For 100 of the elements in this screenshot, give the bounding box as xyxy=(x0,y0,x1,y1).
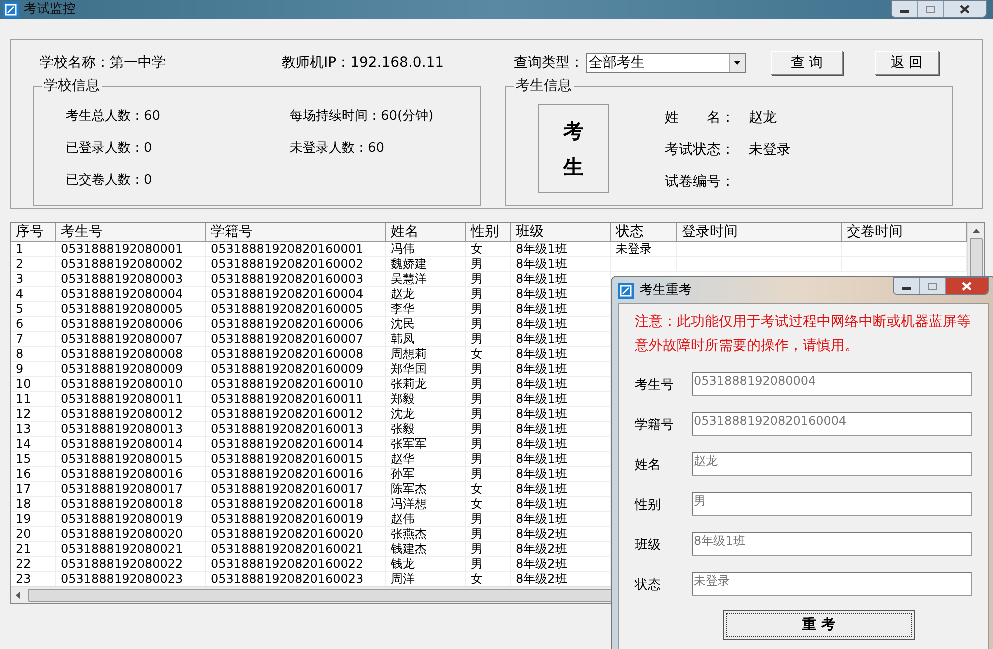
table-cell: 05318881920820160004 xyxy=(206,287,386,302)
table-cell: 0531888192080008 xyxy=(56,347,206,362)
scroll-up-icon xyxy=(972,229,980,233)
table-cell: 13 xyxy=(11,422,56,437)
table-cell: 钱龙 xyxy=(386,557,466,572)
minimize-button[interactable] xyxy=(894,278,920,294)
scroll-thumb[interactable] xyxy=(970,238,982,278)
table-cell: 男 xyxy=(466,422,511,437)
table-cell: 21 xyxy=(11,542,56,557)
table-cell: 0531888192080022 xyxy=(56,557,206,572)
table-cell: 0531888192080009 xyxy=(56,362,206,377)
column-header[interactable]: 学籍号 xyxy=(206,223,386,241)
stat-text: 考生总人数：60 xyxy=(66,108,162,126)
column-header[interactable]: 序号 xyxy=(11,223,56,241)
table-cell: 05318881920820160020 xyxy=(206,527,386,542)
input-field[interactable]: 05318881920820160004 xyxy=(692,412,972,436)
column-header[interactable]: 班级 xyxy=(511,223,611,241)
window-title: 考试监控 xyxy=(24,0,76,19)
input-field[interactable]: 8年级1班 xyxy=(692,532,972,556)
table-cell: 男 xyxy=(466,527,511,542)
table-cell: 赵伟 xyxy=(386,512,466,527)
table-cell: 05318881920820160007 xyxy=(206,332,386,347)
table-cell: 12 xyxy=(11,407,56,422)
table-cell: 0531888192080020 xyxy=(56,527,206,542)
table-cell: 8年级1班 xyxy=(511,272,611,287)
close-icon xyxy=(962,282,972,290)
table-cell: 0531888192080017 xyxy=(56,482,206,497)
column-header[interactable]: 状态 xyxy=(611,223,677,241)
table-cell: 9 xyxy=(11,362,56,377)
table-cell: 7 xyxy=(11,332,56,347)
column-header[interactable]: 性别 xyxy=(466,223,511,241)
table-cell: 05318881920820160016 xyxy=(206,467,386,482)
table-cell: 05318881920820160005 xyxy=(206,302,386,317)
column-header[interactable]: 考生号 xyxy=(56,223,206,241)
minimize-button[interactable] xyxy=(892,1,918,17)
app-icon xyxy=(618,283,634,299)
info-value: 未登录 xyxy=(749,141,791,160)
table-cell: 0531888192080016 xyxy=(56,467,206,482)
table-cell: 2 xyxy=(11,257,56,272)
table-cell: 男 xyxy=(466,557,511,572)
table-cell: 19 xyxy=(11,512,56,527)
table-cell: 赵龙 xyxy=(386,287,466,302)
table-cell: 男 xyxy=(466,467,511,482)
info-label: 试卷编号： xyxy=(665,173,736,192)
field-label: 考生号 xyxy=(635,377,675,396)
table-cell: 8年级1班 xyxy=(511,257,611,272)
table-cell: 男 xyxy=(466,302,511,317)
table-cell: 05318881920820160010 xyxy=(206,377,386,392)
back-button[interactable]: 返 回 xyxy=(875,51,939,75)
table-cell: 0531888192080014 xyxy=(56,437,206,452)
table-cell: 未登录 xyxy=(611,242,677,257)
table-cell: 10 xyxy=(11,377,56,392)
table-cell: 男 xyxy=(466,317,511,332)
retake-button[interactable]: 重 考 xyxy=(723,610,915,640)
query-button[interactable]: 查 询 xyxy=(771,51,843,75)
table-cell: 05318881920820160008 xyxy=(206,347,386,362)
table-cell: 17 xyxy=(11,482,56,497)
table-cell: 11 xyxy=(11,392,56,407)
table-cell: 05318881920820160017 xyxy=(206,482,386,497)
table-cell: 沈龙 xyxy=(386,407,466,422)
field-label: 班级 xyxy=(635,537,662,556)
table-cell: 05318881920820160013 xyxy=(206,422,386,437)
table-cell: 4 xyxy=(11,287,56,302)
table-cell: 05318881920820160001 xyxy=(206,242,386,257)
table-cell: 男 xyxy=(466,287,511,302)
table-cell: 魏娇建 xyxy=(386,257,466,272)
table-cell: 女 xyxy=(466,482,511,497)
info-value: 赵龙 xyxy=(749,109,777,128)
table-cell: 男 xyxy=(466,272,511,287)
input-field[interactable]: 赵龙 xyxy=(692,452,972,476)
table-cell: 8年级1班 xyxy=(511,242,611,257)
info-label: 姓 名： xyxy=(665,109,736,128)
table-cell: 女 xyxy=(466,497,511,512)
query-type-label: 查询类型： xyxy=(514,54,584,72)
warning-text: 注意：此功能仅用于考试过程中网络中断或机器蓝屏等意外故障时所需要的操作，请慎用。 xyxy=(635,313,972,356)
table-cell: 05318881920820160015 xyxy=(206,452,386,467)
close-button[interactable] xyxy=(944,1,986,17)
table-cell: 吴慧洋 xyxy=(386,272,466,287)
table-cell: 冯伟 xyxy=(386,242,466,257)
table-cell: 8 xyxy=(11,347,56,362)
table-cell: 钱建杰 xyxy=(386,542,466,557)
table-cell: 14 xyxy=(11,437,56,452)
field-label: 学籍号 xyxy=(635,417,675,436)
table-cell: 男 xyxy=(466,437,511,452)
input-field[interactable]: 男 xyxy=(692,492,972,516)
table-cell: 男 xyxy=(466,392,511,407)
close-button[interactable] xyxy=(946,278,988,294)
column-header[interactable]: 登录时间 xyxy=(677,223,842,241)
input-field[interactable]: 0531888192080004 xyxy=(692,372,972,396)
input-field[interactable]: 未登录 xyxy=(692,572,972,596)
table-cell: 男 xyxy=(466,512,511,527)
column-header[interactable]: 姓名 xyxy=(386,223,466,241)
query-type-select[interactable]: 全部考生 xyxy=(586,53,746,73)
dropdown-caret-icon xyxy=(734,61,741,65)
table-cell: 赵华 xyxy=(386,452,466,467)
table-cell: 男 xyxy=(466,452,511,467)
table-cell: 18 xyxy=(11,497,56,512)
table-cell: 0531888192080007 xyxy=(56,332,206,347)
table-cell: 16 xyxy=(11,467,56,482)
table-cell: 韩凤 xyxy=(386,332,466,347)
